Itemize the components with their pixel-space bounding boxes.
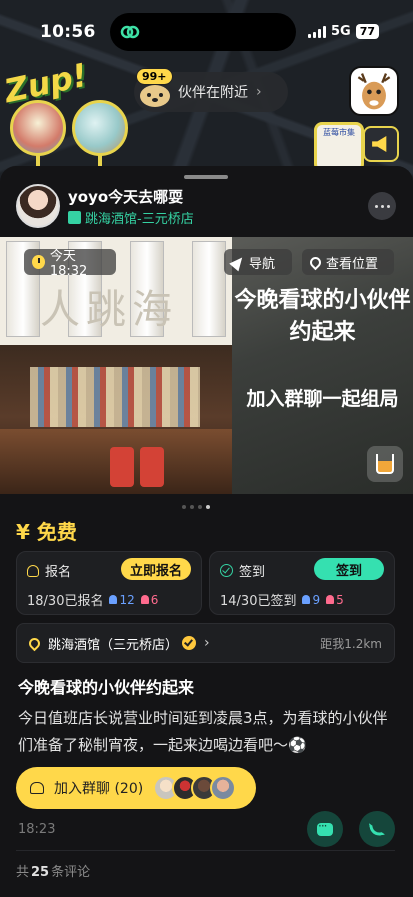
checkin-stat: 14/30已签到 9 5: [220, 592, 344, 610]
location-pin-icon: [26, 635, 43, 651]
navigate-button[interactable]: 导航: [224, 249, 292, 275]
verified-icon: [182, 636, 197, 650]
host-avatar[interactable]: [16, 184, 60, 228]
member-avatars: [153, 775, 237, 801]
male-count: 9: [302, 593, 320, 607]
event-description: 今日值班店长说营业时间延到凌晨3点，为看球的小伙伴们准备了秘制宵夜，一起来边喝边…: [18, 709, 388, 754]
event-detail-sheet: yoyo今天去哪耍 跳海酒馆-三元桥店 人跳海 今晚看球的小伙伴约起来 加入群聊…: [0, 166, 413, 897]
signal-icon: [307, 25, 326, 38]
deer-icon: [357, 73, 391, 110]
checkin-card: 签到 签到 14/30已签到 9 5: [209, 551, 395, 615]
venue-row[interactable]: 跳海酒馆（三元桥店） › 距我1.2km: [16, 623, 395, 663]
view-location-button[interactable]: 查看位置: [302, 249, 394, 275]
map-view[interactable]: 10:56 5G 77 Zup! 99+ 伙伴在附近 › 蓝莓市集: [0, 0, 413, 190]
host-venue[interactable]: 跳海酒馆-三元桥店: [68, 208, 194, 227]
female-count: 5: [326, 593, 344, 607]
navigation-arrow-icon: [229, 253, 247, 271]
location-pin-icon: [307, 254, 324, 270]
link-icon: [120, 25, 140, 39]
chat-bubble-icon: [317, 819, 333, 836]
divider: [16, 850, 395, 851]
view-location-label: 查看位置: [326, 256, 379, 272]
join-label: 加入群聊 (20): [54, 781, 144, 797]
map-pin-shop[interactable]: [10, 100, 66, 156]
photo-sign-text: 人跳海: [40, 287, 178, 333]
signup-card: 报名 立即报名 18/30已报名 12 6: [16, 551, 202, 615]
signup-title: 报名: [27, 561, 71, 580]
navigate-label: 导航: [249, 256, 276, 272]
banner-promo: 今晚看球的小伙伴约起来 加入群聊一起组局: [232, 237, 413, 494]
dynamic-island: [110, 13, 296, 51]
venue-distance: 距我1.2km: [320, 636, 382, 651]
male-icon: [109, 595, 118, 604]
sheet-grabber[interactable]: [184, 175, 228, 179]
group-icon: [30, 782, 44, 794]
join-group-chat-button[interactable]: 加入群聊 (20): [16, 767, 256, 809]
status-indicators: 5G 77: [307, 24, 379, 39]
store-icon: [68, 211, 81, 224]
venue-photo: 人跳海: [0, 237, 232, 494]
checkin-title: 签到: [220, 561, 265, 580]
signup-button[interactable]: 立即报名: [121, 558, 191, 580]
checkin-button[interactable]: 签到: [314, 558, 384, 580]
nearby-partners-button[interactable]: 99+ 伙伴在附近 ›: [134, 68, 288, 112]
map-pin-store[interactable]: [72, 100, 128, 156]
check-circle-icon: [220, 564, 233, 577]
host-name[interactable]: yoyo今天去哪耍: [68, 186, 183, 207]
profile-avatar[interactable]: [349, 66, 399, 116]
banner-subline: 加入群聊一起组局: [246, 388, 399, 410]
more-options-button[interactable]: [368, 192, 396, 220]
megaphone-icon[interactable]: [363, 126, 399, 162]
female-icon: [140, 595, 149, 604]
phone-icon: [368, 820, 386, 838]
user-plus-icon: [27, 564, 39, 577]
event-time-pill: 今天18:32: [24, 249, 116, 279]
cocktail-icon: [367, 446, 403, 482]
map-card-market[interactable]: 蓝莓市集: [314, 122, 364, 172]
nearby-label: 伙伴在附近: [178, 85, 248, 101]
event-title: 今晚看球的小伙伴约起来: [18, 678, 195, 697]
venue-name: 跳海酒馆（三元桥店）: [48, 637, 179, 653]
post-time: 18:23: [18, 822, 56, 837]
carousel-dots: [182, 505, 210, 509]
clock-icon: [32, 255, 45, 269]
host-venue-label: 跳海酒馆-三元桥店: [85, 212, 194, 227]
price-label: ¥ 免费: [16, 520, 77, 544]
nearby-count-badge: 99+: [136, 68, 173, 85]
female-icon: [326, 595, 335, 604]
battery-icon: 77: [355, 24, 379, 39]
chevron-right-icon: ›: [256, 84, 262, 100]
event-time: 今天18:32: [49, 249, 88, 279]
host-header: yoyo今天去哪耍 跳海酒馆-三元桥店: [16, 184, 396, 228]
call-button[interactable]: [359, 811, 395, 847]
signup-stat: 18/30已报名 12 6: [27, 592, 159, 610]
chevron-right-icon: ›: [204, 635, 210, 651]
male-icon: [302, 595, 311, 604]
status-time: 10:56: [40, 22, 96, 42]
banner-headline: 今晚看球的小伙伴约起来: [234, 288, 411, 345]
female-count: 6: [140, 593, 158, 607]
comments-count[interactable]: 共 25 条评论: [16, 861, 90, 880]
male-count: 12: [109, 593, 135, 607]
chat-button[interactable]: [307, 811, 343, 847]
status-bar: 10:56 5G 77: [0, 0, 413, 54]
event-banner[interactable]: 人跳海 今晚看球的小伙伴约起来 加入群聊一起组局 今天18:32 导航 查看位置: [0, 237, 413, 494]
network-type: 5G: [330, 24, 351, 39]
